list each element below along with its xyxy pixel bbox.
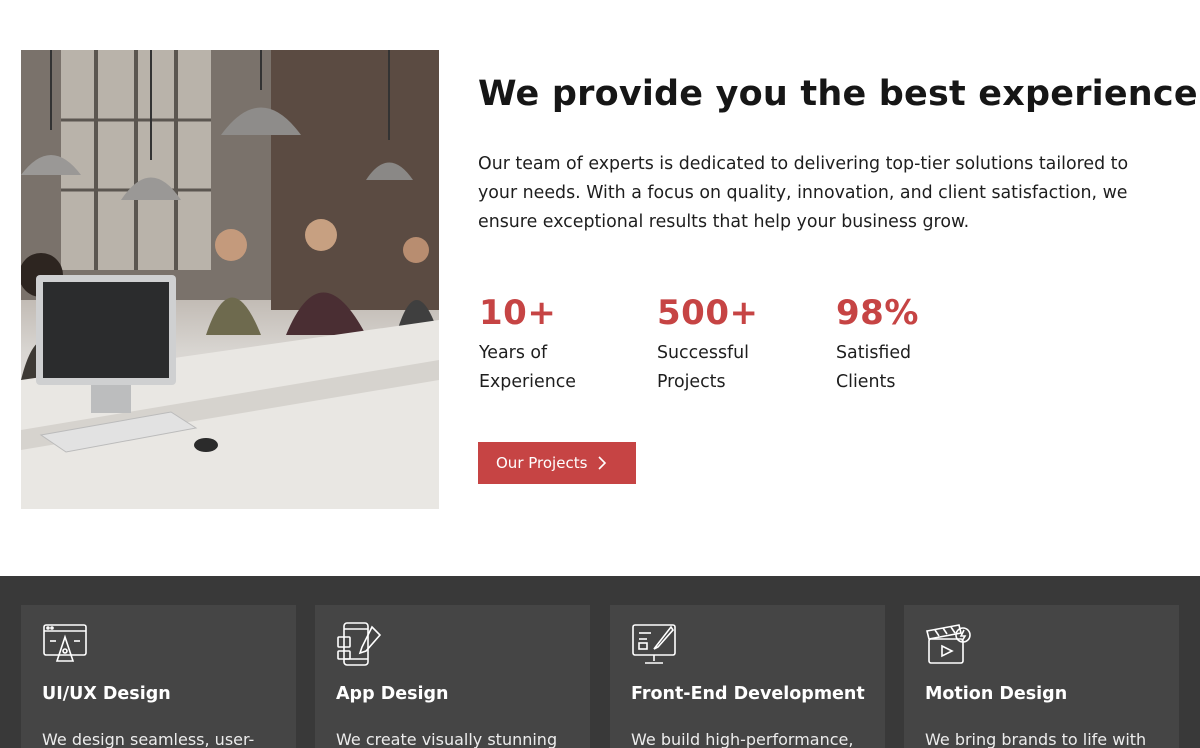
stat-value: 500+	[657, 293, 759, 333]
stat-label: Satisfied Clients	[836, 339, 1006, 397]
ui-ux-design-icon	[42, 621, 88, 667]
services-section: UI/UX Design We design seamless, user- A…	[0, 576, 1200, 748]
service-description: We design seamless, user-	[42, 730, 255, 748]
stat-label-line1: Successful	[657, 343, 749, 363]
office-team-photo	[21, 50, 439, 509]
chevron-right-icon	[597, 456, 607, 470]
front-end-development-icon	[631, 621, 677, 667]
service-title: App Design	[336, 684, 449, 704]
page-headline: We provide you the best experience	[478, 74, 1198, 114]
app-design-icon	[336, 621, 382, 667]
stat-label: Successful Projects	[657, 339, 827, 397]
motion-design-icon	[925, 621, 971, 667]
service-card-front-end[interactable]: Front-End Development We build high-perf…	[610, 605, 885, 748]
stat-value: 10+	[479, 293, 557, 333]
stat-years: 10+ Years of Experience	[479, 290, 649, 397]
stat-label-line2: Clients	[836, 372, 896, 392]
stat-label-line2: Projects	[657, 372, 726, 392]
stat-clients: 98% Satisfied Clients	[836, 290, 1006, 397]
stat-label: Years of Experience	[479, 339, 649, 397]
stat-projects: 500+ Successful Projects	[657, 290, 827, 397]
our-projects-button-label: Our Projects	[496, 454, 588, 472]
intro-paragraph: Our team of experts is dedicated to deli…	[478, 154, 1129, 232]
stat-value: 98%	[836, 293, 919, 333]
service-card-motion[interactable]: Motion Design We bring brands to life wi…	[904, 605, 1179, 748]
service-description: We create visually stunning	[336, 730, 558, 748]
stat-label-line1: Years of	[479, 343, 548, 363]
service-card-app-design[interactable]: App Design We create visually stunning	[315, 605, 590, 748]
our-projects-button[interactable]: Our Projects	[478, 442, 636, 484]
service-title: UI/UX Design	[42, 684, 171, 704]
service-description: We build high-performance,	[631, 730, 854, 748]
stat-label-line2: Experience	[479, 372, 576, 392]
service-title: Front-End Development	[631, 684, 865, 704]
service-card-ui-ux[interactable]: UI/UX Design We design seamless, user-	[21, 605, 296, 748]
service-title: Motion Design	[925, 684, 1068, 704]
stat-label-line1: Satisfied	[836, 343, 912, 363]
service-description: We bring brands to life with	[925, 730, 1147, 748]
